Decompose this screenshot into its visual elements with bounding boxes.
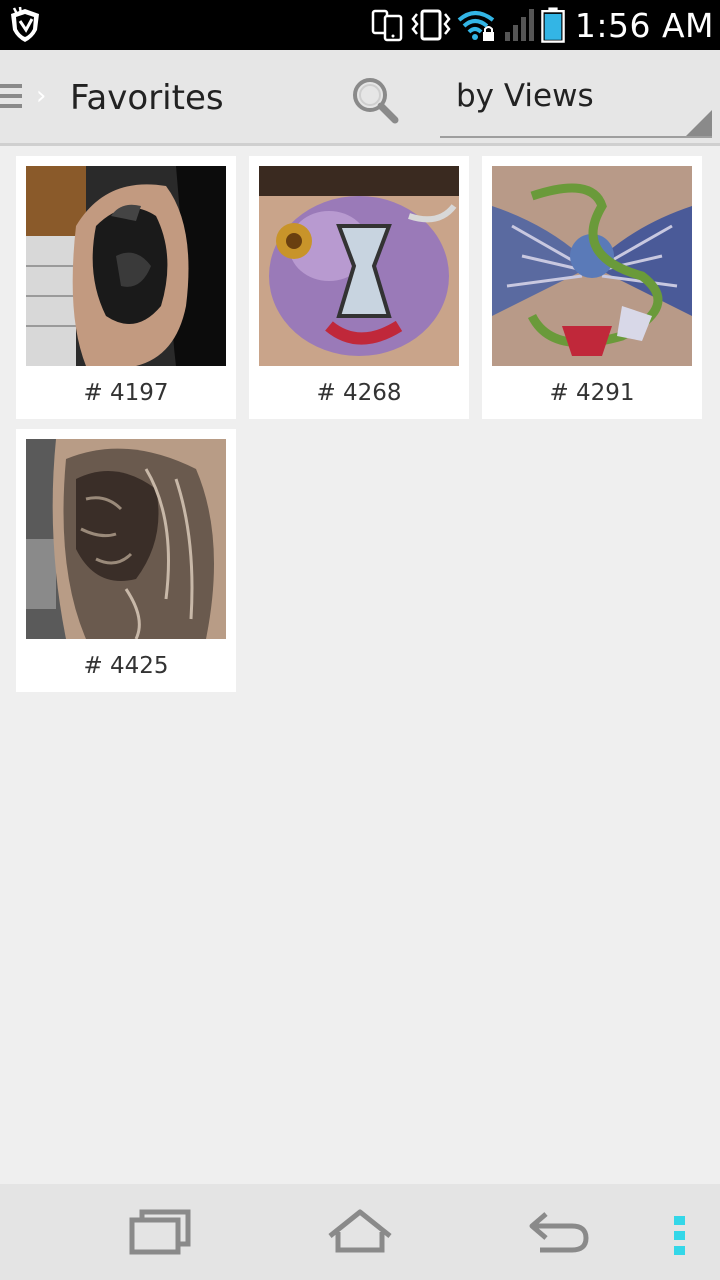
action-bar: › Favorites by Views — [0, 50, 720, 146]
search-icon[interactable] — [348, 74, 402, 126]
lion-sleeve-tattoo-image — [26, 439, 226, 639]
favorite-card[interactable]: # 4425 — [16, 429, 236, 692]
color-hourglass-tattoo-image — [259, 166, 459, 366]
status-bar: 1:56 AM — [0, 0, 720, 50]
recent-apps-icon[interactable] — [128, 1206, 192, 1258]
navigation-bar — [0, 1184, 720, 1280]
favorite-card[interactable]: # 4197 — [16, 156, 236, 419]
shield-app-icon — [11, 6, 39, 42]
favorite-card[interactable]: # 4291 — [482, 156, 702, 419]
favorite-card[interactable]: # 4268 — [249, 156, 469, 419]
phone-sync-icon — [371, 9, 403, 42]
winged-snake-tattoo-image — [492, 166, 692, 366]
back-icon[interactable] — [526, 1206, 592, 1258]
raven-sleeve-tattoo-image — [26, 166, 226, 366]
chevron-right-icon: › — [36, 81, 47, 111]
battery-icon — [541, 7, 565, 43]
menu-icon[interactable] — [0, 84, 22, 112]
sort-value: by Views — [456, 78, 594, 114]
signal-icon — [504, 9, 534, 41]
home-icon[interactable] — [324, 1206, 396, 1258]
overflow-menu-icon[interactable] — [670, 1210, 690, 1262]
page-title: Favorites — [70, 78, 224, 118]
favorite-label: # 4197 — [83, 380, 169, 406]
status-icons: 1:56 AM — [371, 0, 714, 50]
clock: 1:56 AM — [574, 5, 714, 45]
favorite-label: # 4268 — [316, 380, 402, 406]
favorite-label: # 4425 — [83, 653, 169, 679]
vibrate-icon — [411, 9, 451, 41]
favorite-label: # 4291 — [549, 380, 635, 406]
dropdown-triangle-icon — [686, 110, 712, 136]
sort-dropdown[interactable]: by Views — [440, 64, 712, 138]
wifi-locked-icon — [457, 11, 495, 41]
